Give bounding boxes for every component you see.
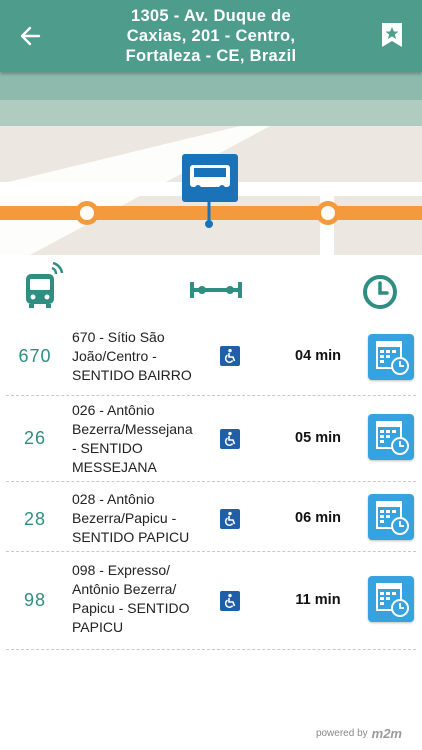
line-name-text: PAPICU: [72, 619, 124, 635]
page-title: 1305 - Av. Duque de Caxias, 201 - Centro…: [100, 6, 322, 66]
arrival-eta: 04 min: [295, 348, 341, 364]
favorite-stop-button[interactable]: [376, 19, 408, 51]
title-line: Caxias, 201 - Centro,: [126, 27, 296, 45]
column-icon-bar: [0, 262, 422, 320]
arrival-row[interactable]: 26 026 - Antônio Bezerra/Messejana - SEN…: [0, 396, 422, 482]
line-name-text: 098 - Expresso/: [72, 562, 171, 578]
title-line: Fortaleza - CE, Brazil: [125, 47, 297, 65]
back-button[interactable]: [14, 20, 46, 52]
line-name-text: MESSEJANA: [72, 459, 157, 475]
schedule-button[interactable]: [368, 494, 414, 540]
powered-by-footer: powered by m2m: [316, 726, 402, 741]
line-name-text: - SENTIDO: [72, 440, 143, 456]
m2m-logo: m2m: [371, 726, 402, 741]
line-name: 028 - Antônio Bezerra/Papicu - SENTIDO P…: [72, 490, 220, 547]
arrival-row[interactable]: 98 098 - Expresso/ Antônio Bezerra/ Papi…: [0, 552, 422, 650]
arrival-eta: 06 min: [295, 510, 341, 526]
line-number: 670: [18, 346, 52, 366]
line-number: 28: [23, 509, 47, 529]
line-name-text: Bezerra/Papicu -: [72, 510, 177, 526]
line-name: 026 - Antônio Bezerra/Messejana - SENTID…: [72, 401, 220, 477]
line-number: 98: [23, 590, 47, 610]
line-name-text: Bezerra/Messejana: [72, 421, 193, 437]
arrival-row[interactable]: 28 028 - Antônio Bezerra/Papicu - SENTID…: [0, 482, 422, 552]
bookmark-star-icon: [382, 23, 402, 47]
calendar-clock-icon: [376, 421, 409, 455]
line-name-text: João/Centro -: [72, 348, 157, 364]
line-name-text: SENTIDO PAPICU: [72, 529, 190, 545]
schedule-button[interactable]: [368, 334, 414, 380]
line-name-text: SENTIDO BAIRRO: [72, 367, 192, 383]
calendar-clock-icon: [376, 341, 409, 375]
stop-map[interactable]: [0, 72, 422, 255]
line-name-text: 670 - Sítio São: [72, 329, 165, 345]
line-name: 098 - Expresso/ Antônio Bezerra/ Papicu …: [72, 561, 220, 637]
arrival-eta: 11 min: [295, 592, 341, 608]
schedule-button[interactable]: [368, 414, 414, 460]
arrival-eta: 05 min: [295, 430, 341, 446]
line-name-text: Antônio Bezerra/: [72, 581, 177, 597]
line-number: 26: [23, 428, 47, 448]
title-line: 1305 - Av. Duque de: [130, 7, 292, 25]
calendar-clock-icon: [376, 583, 409, 617]
arrival-row[interactable]: 670 670 - Sítio São João/Centro - SENTID…: [0, 322, 422, 396]
wheelchair-accessible-icon: [220, 509, 240, 529]
arrow-left-icon: [20, 26, 41, 46]
line-name-text: 028 - Antônio: [72, 491, 155, 507]
powered-by-label: powered by: [315, 728, 368, 739]
line-name-text: Papicu - SENTIDO: [72, 600, 190, 616]
calendar-clock-icon: [376, 501, 409, 535]
line-name: 670 - Sítio São João/Centro - SENTIDO BA…: [72, 328, 220, 385]
line-name-text: 026 - Antônio: [72, 402, 155, 418]
wheelchair-accessible-icon: [220, 591, 240, 611]
distance-measure-icon: [190, 282, 242, 298]
bus-realtime-icon: [26, 262, 64, 308]
wheelchair-accessible-icon: [220, 429, 240, 449]
wheelchair-accessible-icon: [220, 346, 240, 366]
clock-icon: [363, 275, 397, 309]
app-header: 1305 - Av. Duque de Caxias, 201 - Centro…: [0, 0, 422, 72]
schedule-button[interactable]: [368, 576, 414, 622]
